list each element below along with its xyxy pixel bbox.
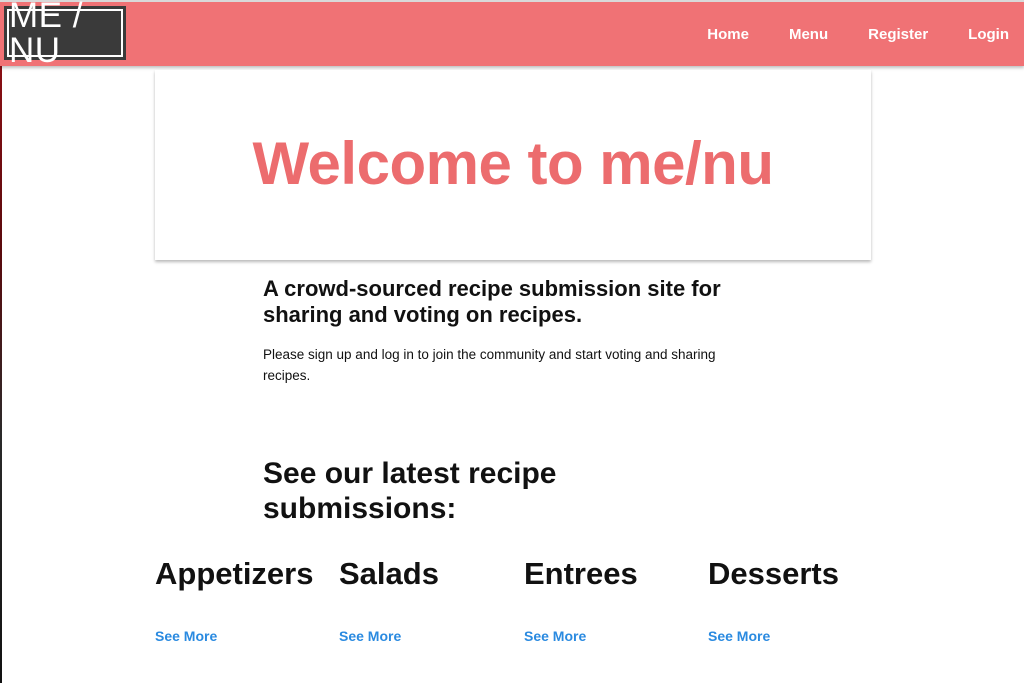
site-logo[interactable]: ME / NU [4, 0, 126, 68]
navbar: ME / NU Home Menu Register Login [0, 0, 1024, 68]
nav-link-home[interactable]: Home [707, 26, 749, 44]
logo-text: ME / NU [7, 0, 123, 68]
category-desserts: Desserts See More [708, 556, 888, 644]
latest-heading: See our latest recipe submissions: [263, 457, 557, 525]
intro-heading: A crowd-sourced recipe submission site f… [263, 276, 721, 327]
window-left-edge [0, 66, 2, 683]
category-title: Appetizers [155, 556, 314, 591]
nav-link-menu[interactable]: Menu [789, 26, 828, 44]
intro-text: Please sign up and log in to join the co… [263, 347, 716, 383]
categories-row: Appetizers See More Salads See More Entr… [155, 556, 875, 656]
see-more-appetizers-link[interactable]: See More [155, 628, 335, 644]
hero-title: Welcome to me/nu [252, 129, 774, 197]
nav-links: Home Menu Register Login [667, 26, 1009, 44]
category-entrees: Entrees See More [524, 556, 704, 644]
page: ME / NU Home Menu Register Login Welcome… [0, 0, 1024, 683]
see-more-desserts-link[interactable]: See More [708, 628, 888, 644]
intro-section: A crowd-sourced recipe submission site f… [263, 276, 783, 386]
see-more-entrees-link[interactable]: See More [524, 628, 704, 644]
see-more-salads-link[interactable]: See More [339, 628, 519, 644]
category-appetizers: Appetizers See More [155, 556, 335, 644]
category-title: Entrees [524, 556, 638, 591]
nav-link-login[interactable]: Login [968, 26, 1009, 44]
hero-card: Welcome to me/nu [155, 70, 871, 260]
category-salads: Salads See More [339, 556, 519, 644]
category-title: Desserts [708, 556, 839, 591]
nav-link-register[interactable]: Register [868, 26, 928, 44]
category-title: Salads [339, 556, 439, 591]
